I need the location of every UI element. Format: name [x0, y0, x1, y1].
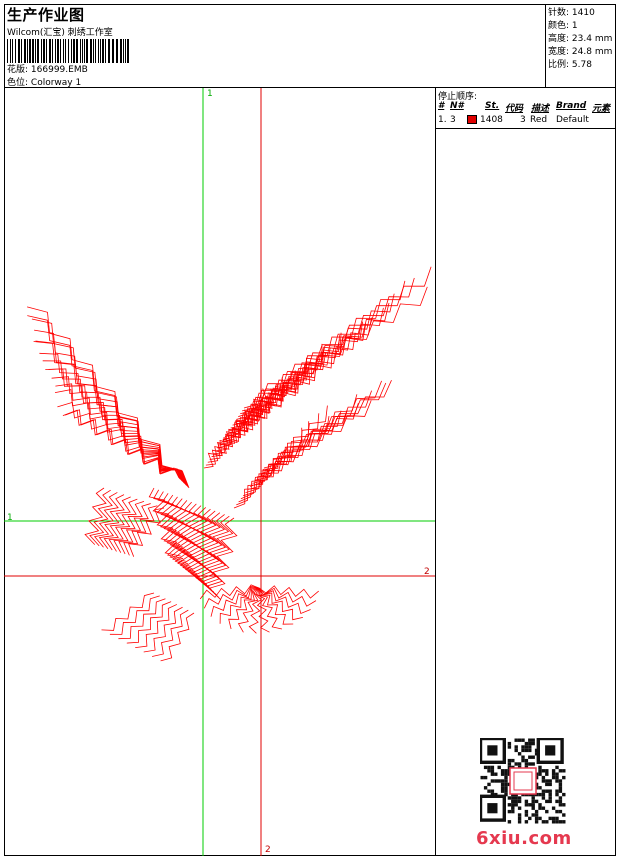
axis-label-v2: 2: [265, 845, 271, 855]
col-stitches: St.: [485, 101, 500, 111]
stats-panel: 针数: 1410 颜色: 1 高度: 23.4 mm 宽度: 24.8 mm 比…: [545, 4, 616, 88]
colorway-value: Colorway 1: [30, 78, 82, 88]
table-row: 1. 3 1408 3 Red Default: [436, 115, 616, 127]
barcode: [7, 39, 129, 63]
stat-scale: 比例: 5.78: [548, 60, 592, 70]
color-swatch: [467, 115, 477, 124]
stat-width: 宽度: 24.8 mm: [548, 47, 613, 57]
header-info: 生产作业图 Wilcom(汇宝) 刺绣工作室 花版: 166999.EMB 色位…: [4, 4, 546, 88]
design-label: 花版:: [7, 65, 29, 75]
stop-sequence-header: # N# St. 代码 描述 Brand 元素: [436, 101, 616, 114]
axis-label-h1: 1: [7, 513, 13, 523]
page-title: 生产作业图: [7, 6, 85, 24]
stat-height: 高度: 23.4 mm: [548, 34, 613, 44]
qr-code-icon: [480, 738, 566, 824]
eagle-embroidery-icon: [26, 266, 432, 662]
studio-name: Wilcom(汇宝) 刺绣工作室: [7, 28, 113, 38]
col-brand: Brand: [556, 101, 587, 111]
axis-label-h2: 2: [424, 567, 430, 577]
divider: [436, 128, 616, 129]
col-num: #: [438, 101, 445, 111]
design-file: 花版: 166999.EMB: [7, 62, 88, 75]
stat-stitches: 针数: 1410: [548, 8, 595, 18]
row-code: 3: [520, 115, 526, 125]
row-brand: Default: [556, 115, 589, 125]
design-value: 166999.EMB: [30, 65, 88, 75]
col-element: 元素: [592, 104, 611, 114]
row-desc: Red: [530, 115, 548, 125]
design-canvas: 1 1 2 2: [4, 88, 436, 856]
embroidery-preview: [4, 88, 435, 856]
row-stitches: 1408: [480, 115, 503, 125]
colorway: 色位: Colorway 1: [7, 75, 81, 88]
axis-label-v1: 1: [207, 89, 213, 99]
colorway-label: 色位:: [7, 78, 29, 88]
col-desc: 描述: [531, 104, 550, 114]
watermark-logo: 6xiu.com: [476, 828, 572, 849]
row-num: 1.: [438, 115, 447, 125]
stat-colors: 颜色: 1: [548, 21, 578, 31]
col-code: 代码: [505, 104, 524, 114]
col-n: N#: [450, 101, 464, 111]
row-n: 3: [450, 115, 456, 125]
